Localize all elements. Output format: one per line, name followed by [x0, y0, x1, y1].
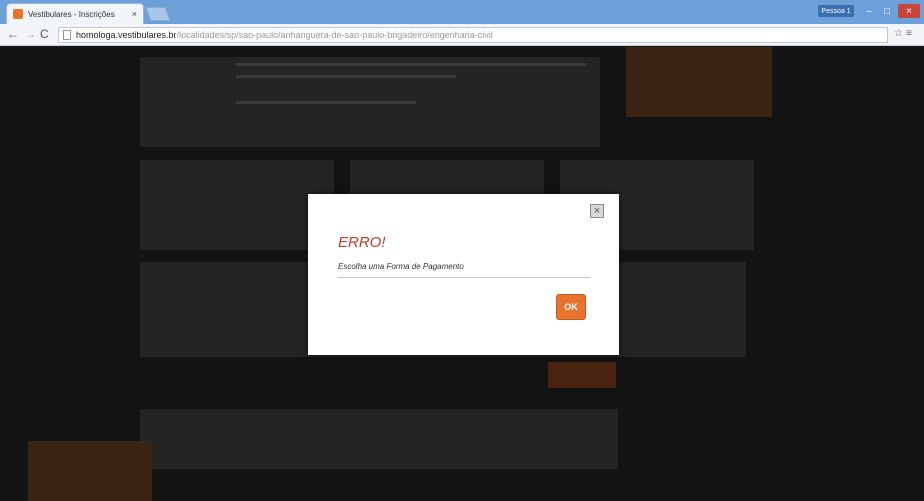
- tab-title: Vestibulares - Inscrições: [28, 9, 115, 19]
- browser-title-bar: Vestibulares - Inscrições × Pessoa 1 – □…: [0, 0, 924, 24]
- star-and-menu-icons[interactable]: ☆≡: [894, 28, 915, 39]
- page-icon: [63, 30, 71, 40]
- user-profile-badge[interactable]: Pessoa 1: [818, 5, 854, 17]
- payment-option-card: [140, 160, 334, 250]
- dialog-title: ERRO!: [338, 234, 386, 251]
- browser-tab[interactable]: Vestibulares - Inscrições ×: [6, 3, 144, 24]
- url-path: /localidades/sp/sao-paulo/anhanguera-de-…: [176, 30, 493, 40]
- close-window-button[interactable]: ×: [898, 4, 920, 18]
- dialog-close-button[interactable]: ×: [590, 204, 604, 218]
- submit-button-dimmed: [548, 362, 616, 388]
- new-tab-button[interactable]: [145, 7, 171, 21]
- tab-close-icon[interactable]: ×: [132, 9, 137, 19]
- placeholder-line: [236, 75, 456, 78]
- terms-section: [140, 409, 618, 469]
- banner-image: [626, 47, 772, 117]
- address-bar[interactable]: homologa.vestibulares.br /localidades/sp…: [58, 27, 888, 43]
- ok-button[interactable]: OK: [556, 294, 586, 320]
- promo-banner: [28, 441, 152, 501]
- placeholder-line: [236, 101, 416, 104]
- back-arrow-icon[interactable]: ←: [7, 27, 19, 41]
- favicon-icon: [13, 9, 23, 19]
- dialog-divider: [338, 277, 590, 278]
- maximize-button[interactable]: □: [880, 4, 894, 18]
- url-host: homologa.vestibulares.br: [76, 30, 177, 40]
- error-dialog: × ERRO! Escolha uma Forma de Pagamento O…: [308, 194, 619, 355]
- forward-arrow-icon[interactable]: →: [24, 27, 36, 41]
- minimize-button[interactable]: –: [862, 4, 876, 18]
- dialog-message: Escolha uma Forma de Pagamento: [338, 262, 464, 271]
- browser-toolbar: ← → C homologa.vestibulares.br /localida…: [0, 24, 924, 46]
- reload-icon[interactable]: C: [40, 27, 49, 41]
- placeholder-line: [236, 63, 586, 66]
